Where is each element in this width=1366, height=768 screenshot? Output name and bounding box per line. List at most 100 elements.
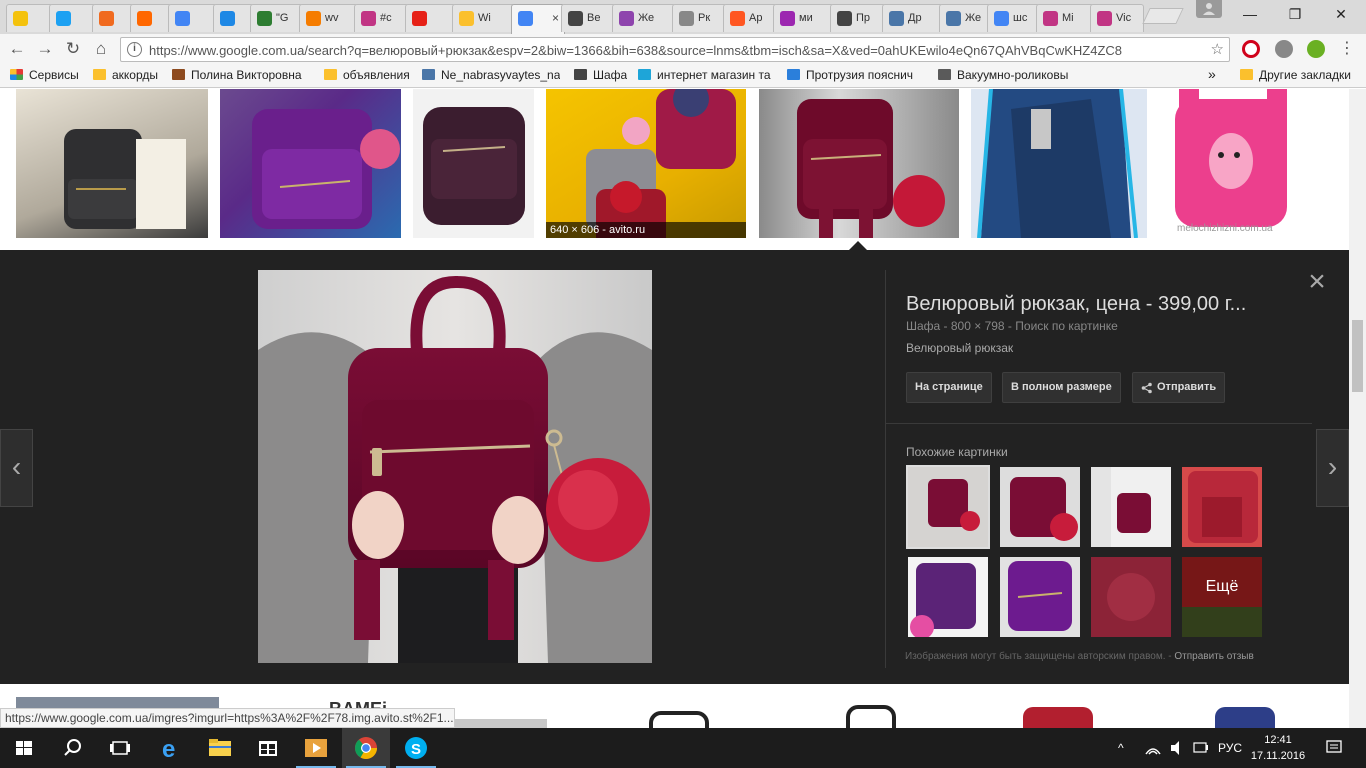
volume-icon[interactable] <box>1168 728 1186 768</box>
result-thumbnail[interactable] <box>786 697 963 728</box>
clock[interactable]: 12:41 17.11.2016 <box>1250 732 1306 764</box>
browser-tab[interactable]: Рк <box>672 4 727 32</box>
close-tab-icon[interactable]: × <box>552 11 559 25</box>
notifications-icon[interactable] <box>1324 728 1344 768</box>
image-title[interactable]: Велюровый рюкзак, цена - 399,00 г... <box>906 293 1296 316</box>
browser-tab[interactable] <box>92 4 134 32</box>
bookmark-item[interactable]: Вакуумно-роликовы <box>938 68 1074 82</box>
minimize-button[interactable]: — <box>1230 4 1270 24</box>
browser-tab[interactable]: Ар <box>723 4 777 32</box>
result-thumbnail[interactable] <box>559 697 774 728</box>
share-button[interactable]: Отправить <box>1132 372 1226 403</box>
browser-tab[interactable]: ми <box>773 4 834 32</box>
bookmark-item[interactable]: Сервисы <box>10 68 79 82</box>
browser-tab[interactable]: Же <box>612 4 676 32</box>
url-text[interactable]: https://www.google.com.ua/search?q=велюр… <box>149 43 1199 58</box>
tray-chevron-icon[interactable]: ^ <box>1118 728 1124 768</box>
bookmark-star-icon[interactable]: ☆ <box>1211 40 1224 58</box>
result-thumbnail-selected[interactable] <box>759 89 959 238</box>
preview-image[interactable] <box>258 270 652 663</box>
browser-tab[interactable]: Ве <box>561 4 616 32</box>
result-thumbnail[interactable] <box>220 89 401 238</box>
bookmark-item[interactable]: интернет магазин та <box>638 68 774 82</box>
language-indicator[interactable]: РУС <box>1218 728 1242 768</box>
browser-tab[interactable]: Же <box>939 4 991 32</box>
similar-image-thumbnail[interactable] <box>1000 557 1080 637</box>
home-button[interactable]: ⌂ <box>90 38 112 60</box>
browser-tab[interactable]: Wi <box>452 4 515 32</box>
bookmark-item[interactable]: аккорды <box>93 68 158 82</box>
bookmark-item[interactable]: Протрузия пояснич <box>787 68 923 82</box>
browser-tab[interactable] <box>49 4 96 32</box>
task-view-button[interactable] <box>96 728 144 768</box>
browser-tab[interactable] <box>405 4 456 32</box>
info-icon[interactable]: i <box>127 42 142 57</box>
browser-tab[interactable]: wv <box>299 4 358 32</box>
next-image-button[interactable]: › <box>1316 429 1349 507</box>
more-similar-button[interactable]: Ещё <box>1182 557 1262 637</box>
page-scrollbar[interactable] <box>1349 89 1366 728</box>
opera-extension-icon[interactable] <box>1242 40 1260 58</box>
browser-tab[interactable]: Пр <box>830 4 886 32</box>
reload-button[interactable]: ↻ <box>62 38 84 60</box>
result-thumbnail[interactable]: 640 × 606 - avito.ru <box>546 89 746 238</box>
result-thumbnail[interactable] <box>413 89 534 238</box>
extension-off-icon[interactable] <box>1275 40 1293 58</box>
google-icon <box>175 11 190 26</box>
browser-tab[interactable]: Мi <box>1036 4 1094 32</box>
similar-image-thumbnail[interactable] <box>906 465 990 549</box>
result-thumbnail[interactable] <box>1159 697 1316 728</box>
close-window-button[interactable]: ✕ <box>1321 4 1361 24</box>
edge-taskbar-button[interactable]: e <box>148 728 196 768</box>
browser-tab[interactable]: Vic <box>1090 4 1144 32</box>
menu-icon[interactable]: ⋮ <box>1336 38 1358 60</box>
browser-tab[interactable] <box>6 4 53 32</box>
more-bookmarks-button[interactable]: » <box>1208 66 1216 82</box>
battery-icon[interactable] <box>1192 728 1210 768</box>
similar-image-thumbnail[interactable] <box>1182 467 1262 547</box>
result-thumbnail[interactable] <box>16 89 208 238</box>
other-bookmarks[interactable]: Другие закладки <box>1240 68 1351 82</box>
network-icon[interactable] <box>1144 728 1162 768</box>
visit-page-button[interactable]: На странице <box>906 372 992 403</box>
close-preview-button[interactable]: × <box>1304 267 1330 297</box>
new-tab-button[interactable] <box>1142 8 1184 24</box>
store-taskbar-button[interactable] <box>244 728 292 768</box>
media-taskbar-button[interactable] <box>292 728 340 768</box>
extension-green-icon[interactable] <box>1307 40 1325 58</box>
similar-image-thumbnail[interactable] <box>1000 467 1080 547</box>
prev-image-button[interactable]: ‹ <box>0 429 33 507</box>
bookmark-item[interactable]: объявления <box>324 68 410 82</box>
browser-tab[interactable]: шс <box>987 4 1040 32</box>
browser-tab[interactable] <box>213 4 254 32</box>
feedback-link[interactable]: Отправить отзыв <box>1174 651 1253 662</box>
browser-tab[interactable] <box>168 4 217 32</box>
browser-tab[interactable]: "G <box>250 4 303 32</box>
scrollbar-thumb[interactable] <box>1352 320 1363 392</box>
browser-tab[interactable] <box>130 4 172 32</box>
browser-tab[interactable]: Др <box>882 4 943 32</box>
image-meta[interactable]: Шафа - 800 × 798 - Поиск по картинке <box>906 319 1118 333</box>
browser-tab[interactable]: × <box>511 4 565 34</box>
maximize-button[interactable]: ❐ <box>1275 4 1315 24</box>
explorer-taskbar-button[interactable] <box>196 728 244 768</box>
browser-tab[interactable]: #c <box>354 4 409 32</box>
result-thumbnail[interactable]: melochizhizni.com.ua <box>1159 89 1316 238</box>
address-bar[interactable]: i https://www.google.com.ua/search?q=вел… <box>120 37 1230 62</box>
similar-image-thumbnail[interactable] <box>908 557 988 637</box>
bookmark-item[interactable]: Полина Викторовна <box>172 68 314 82</box>
similar-image-thumbnail[interactable] <box>1091 557 1171 637</box>
back-button[interactable]: ← <box>6 38 28 60</box>
bookmark-item[interactable]: Ne_nabrasyvaytes_na_ <box>422 68 560 82</box>
search-button[interactable] <box>48 728 96 768</box>
result-thumbnail[interactable] <box>971 89 1147 238</box>
result-thumbnail[interactable] <box>975 697 1147 728</box>
profile-button[interactable] <box>1196 0 1222 18</box>
chrome-taskbar-button[interactable] <box>342 728 390 768</box>
bookmark-item[interactable]: Шафа <box>574 68 627 82</box>
forward-button[interactable]: → <box>34 38 56 60</box>
start-button[interactable] <box>0 728 48 768</box>
skype-taskbar-button[interactable]: S <box>392 728 440 768</box>
view-full-size-button[interactable]: В полном размере <box>1002 372 1121 403</box>
similar-image-thumbnail[interactable] <box>1091 467 1171 547</box>
